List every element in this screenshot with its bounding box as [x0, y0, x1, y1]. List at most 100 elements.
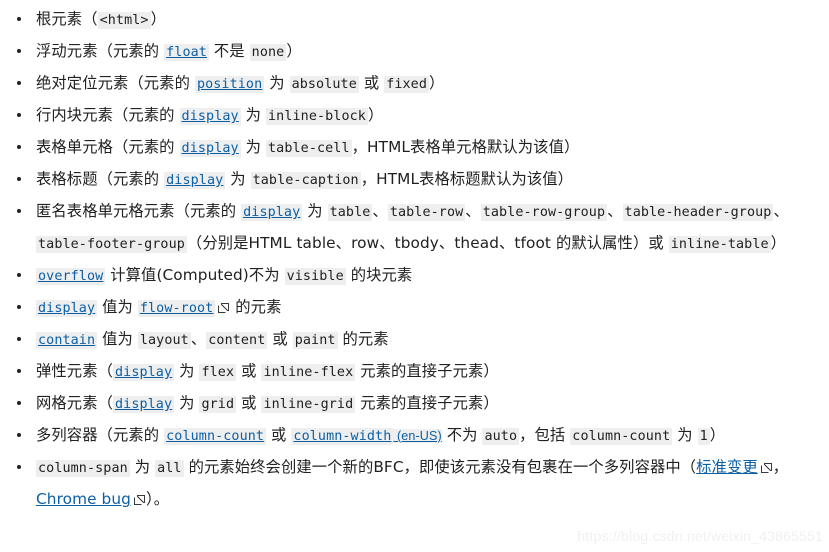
bullet-dot-icon	[17, 305, 21, 309]
text-run: 为	[174, 362, 200, 380]
property-link-float[interactable]: float	[164, 43, 209, 61]
text-run: 或	[236, 394, 262, 412]
text-run: 、	[190, 330, 207, 348]
code-token: auto	[482, 428, 520, 445]
code-token: table-row-group	[480, 204, 608, 221]
text-run: 的元素	[230, 298, 282, 316]
code-token: all	[155, 460, 184, 477]
text-run: 表格单元格（元素的	[36, 138, 180, 156]
text-run: 或	[358, 74, 385, 92]
list-item-table-caption: 表格标题（元素的 display 为 table-caption ，HTML表格标…	[0, 164, 829, 196]
property-link-contain[interactable]: contain	[36, 331, 98, 349]
text-run: ，HTML表格标题默认为该值）	[360, 170, 574, 188]
property-link-display[interactable]: display	[113, 363, 175, 381]
bullet-dot-icon	[17, 81, 21, 85]
code-token: table-row	[387, 204, 466, 221]
text-run: ，包括	[519, 426, 571, 444]
list-item-table-cell: 表格单元格（元素的 display 为 table-cell ，HTML表格单元格…	[0, 132, 829, 164]
text-run: 匿名表格单元格元素（元素的	[36, 202, 242, 220]
text-run: ，HTML表格单元格默认为该值）	[351, 138, 580, 156]
text-run: ）	[770, 234, 787, 252]
en-us-locale-link[interactable]: (en-US)	[393, 429, 442, 443]
text-run: ）	[286, 42, 302, 60]
code-token: none	[249, 44, 287, 61]
bullet-dot-icon	[17, 113, 21, 117]
bullet-dot-icon	[17, 465, 21, 469]
property-link-column-width[interactable]: column-width	[291, 427, 394, 445]
text-run: 、	[773, 202, 789, 220]
bullet-dot-icon	[17, 49, 21, 53]
code-token: visible	[284, 268, 346, 285]
list-item-grid-items: 网格元素（ display 为 grid 或 inline-grid 元素的直接子…	[0, 388, 829, 420]
property-link-display[interactable]: display	[164, 171, 226, 189]
bullet-dot-icon	[17, 145, 21, 149]
text-run: 的元素始终会创建一个新的BFC，即使该元素没有包裹在一个多列容器中（	[183, 458, 697, 476]
list-item-flex-items: 弹性元素（ display 为 flex 或 inline-flex 元素的直接子…	[0, 356, 829, 388]
list-item-column-span-all: column-span 为 all 的元素始终会创建一个新的BFC，即使该元素没…	[0, 452, 829, 515]
code-token: absolute	[289, 76, 359, 93]
code-token: 1	[697, 428, 710, 445]
property-link-label: display	[241, 204, 303, 221]
text-run: 、	[607, 202, 623, 220]
list-item-anonymous-table-cell: 匿名表格单元格元素（元素的 display 为 table、 table-row、…	[0, 196, 829, 260]
external-link-icon	[218, 303, 230, 313]
code-token: table-cell	[266, 140, 352, 157]
text-run: 计算值(Computed)不为	[105, 266, 285, 284]
text-run: 值为	[97, 298, 138, 316]
list-item-float-element: 浮动元素（元素的 float 不是 none）	[0, 36, 829, 68]
property-link-display[interactable]: display	[113, 395, 175, 413]
text-run: 为	[225, 170, 251, 188]
text-run: 多列容器（元素的	[36, 426, 165, 444]
list-item-overflow-not-visible: overflow 计算值(Computed)不为 visible 的块元素	[0, 260, 829, 292]
text-run: 为	[264, 74, 290, 92]
bullet-dot-icon	[17, 401, 21, 405]
property-link-position[interactable]: position	[194, 75, 265, 93]
property-link-display[interactable]: display	[36, 299, 98, 317]
property-link-label: position	[194, 76, 265, 93]
csdn-watermark: https://blog.csdn.net/weixin_43865551	[577, 528, 823, 544]
code-token: flex	[199, 364, 237, 381]
code-token: inline-grid	[261, 396, 356, 413]
property-link-column-count[interactable]: column-count	[164, 427, 267, 445]
text-run: 的块元素	[345, 266, 413, 284]
external-link-icon	[760, 463, 772, 473]
text-run: 不为	[441, 426, 483, 444]
text-run: ）	[367, 106, 384, 124]
bullet-dot-icon	[17, 369, 21, 373]
bfc-conditions-list: 根元素（ <html>）浮动元素（元素的 float 不是 none）绝对定位元素…	[0, 4, 829, 515]
code-token: content	[206, 332, 268, 349]
property-link-label: display	[113, 396, 175, 413]
bullet-dot-icon	[17, 273, 21, 277]
property-link-display[interactable]: display	[179, 107, 241, 125]
code-token: table-caption	[250, 172, 361, 189]
text-run: ，	[772, 458, 789, 476]
property-link-display[interactable]: display	[179, 139, 241, 157]
code-token: inline-flex	[261, 364, 356, 381]
text-run: 为	[240, 106, 267, 124]
property-link-label: flow-root	[137, 300, 216, 317]
list-item-absolute-positioned: 绝对定位元素（元素的 position 为 absolute 或 fixed）	[0, 68, 829, 100]
bullet-dot-icon	[17, 17, 21, 21]
text-run: 为	[129, 458, 156, 476]
property-link-label: column-count	[164, 428, 267, 445]
property-link-overflow[interactable]: overflow	[36, 267, 106, 285]
code-token: paint	[292, 332, 338, 349]
text-run: 或	[267, 330, 293, 348]
text-run: 、	[372, 202, 388, 220]
bullet-dot-icon	[17, 209, 21, 213]
list-item-contain-values: contain 值为 layout、 content 或 paint 的元素	[0, 324, 829, 356]
text-run: 根元素（	[36, 10, 98, 28]
list-item-multicol-container: 多列容器（元素的 column-count 或 column-width (en…	[0, 420, 829, 452]
bullet-dot-icon	[17, 177, 21, 181]
list-item-root-element: 根元素（ <html>）	[0, 4, 829, 36]
code-token: fixed	[384, 76, 429, 93]
property-link-flow-root[interactable]: flow-root	[137, 299, 216, 317]
code-token: layout	[137, 332, 191, 349]
text-run: 的元素	[337, 330, 389, 348]
reference-link[interactable]: Chrome bug	[36, 490, 131, 508]
property-link-display[interactable]: display	[241, 203, 303, 221]
reference-link[interactable]: 标准变更	[696, 458, 758, 476]
text-run: 或	[266, 426, 292, 444]
text-run: ）	[150, 10, 166, 28]
text-run: 表格标题（元素的	[36, 170, 165, 188]
